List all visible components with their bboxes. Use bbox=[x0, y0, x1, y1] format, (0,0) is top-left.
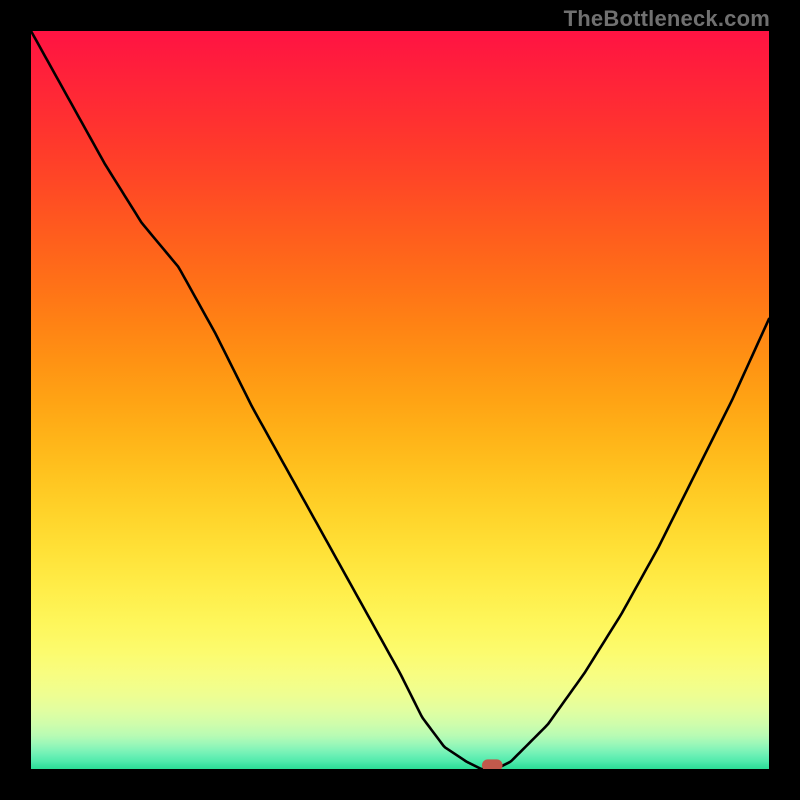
plot-area bbox=[31, 31, 769, 769]
chart-stage: TheBottleneck.com bbox=[0, 0, 800, 800]
watermark-text: TheBottleneck.com bbox=[564, 6, 770, 32]
optimum-marker bbox=[31, 31, 769, 769]
